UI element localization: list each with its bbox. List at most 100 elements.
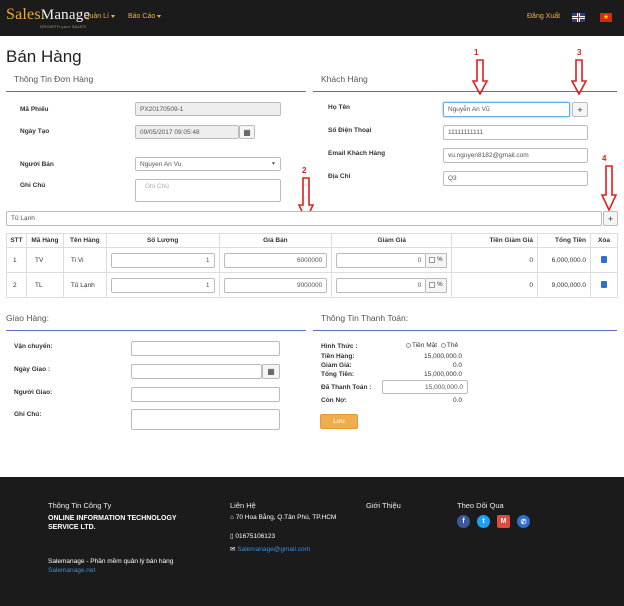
- percent-label: %: [437, 282, 443, 288]
- qty-input[interactable]: 1: [110, 277, 215, 293]
- price-input[interactable]: 6000000: [223, 252, 328, 268]
- customer-email-label: Email Khách Hàng: [328, 150, 386, 157]
- payment-rule: [313, 330, 617, 331]
- footer-contact-title: Liên Hệ: [230, 501, 256, 510]
- arrow-down-icon: [472, 59, 488, 95]
- annotation-4: 4: [602, 154, 607, 163]
- header-stt: STT: [6, 233, 27, 248]
- discount-value: 0.0: [452, 362, 462, 369]
- percent-checkbox[interactable]: [429, 257, 436, 263]
- product-search-input[interactable]: Tủ Lạnh: [6, 211, 602, 226]
- trash-icon[interactable]: [600, 280, 607, 288]
- qty-input[interactable]: 1: [110, 252, 215, 268]
- price-input[interactable]: 9000000: [223, 277, 328, 293]
- header-price: Giá Bán: [218, 233, 333, 248]
- discount-input[interactable]: 0: [336, 277, 427, 293]
- note-label: Ghi Chú: [20, 182, 46, 189]
- table-row: 1 TV Ti Vi 1 6000000 0 % 0 6,000,000.0: [6, 247, 619, 273]
- annotation-2: 2: [302, 166, 307, 175]
- delivery-date-label: Ngày Giao :: [14, 366, 51, 373]
- caret-down-icon: [110, 14, 115, 18]
- percent-label: %: [437, 257, 443, 263]
- arrow-down-icon: [601, 165, 617, 211]
- calendar-icon: ▦: [243, 127, 251, 137]
- row-discount-amount: 0: [451, 272, 539, 298]
- plus-icon: +: [607, 213, 614, 224]
- footer-company-title: Thông Tin Công Ty: [48, 501, 112, 510]
- flag-vn-icon[interactable]: ★: [600, 13, 612, 22]
- payment-method-options: Tiền Mặt Thẻ: [406, 342, 458, 349]
- annotation-3: 3: [577, 48, 582, 57]
- discount-input[interactable]: 0: [336, 252, 427, 268]
- discount-label: Giảm Giá:: [321, 362, 352, 369]
- save-button[interactable]: Lưu: [320, 414, 358, 429]
- total-label: Tổng Tiền:: [321, 371, 355, 378]
- customer-phone-input[interactable]: 11111111111: [443, 125, 588, 140]
- facebook-icon[interactable]: f: [457, 515, 470, 528]
- delivery-title: Giao Hàng:: [6, 313, 49, 323]
- delivery-note-textarea[interactable]: [131, 409, 280, 430]
- row-code: TV: [25, 247, 64, 273]
- footer-address: ⌂ 70 Hoa Bằng, Q.Tân Phú, TP.HCM: [230, 514, 337, 521]
- logo-tagline: GROWTH your SALES: [40, 24, 87, 29]
- cash-radio[interactable]: [406, 342, 411, 348]
- order-info-rule: [6, 91, 306, 92]
- plus-icon: +: [577, 104, 583, 115]
- paid-input[interactable]: 15,000,000.0: [382, 380, 468, 394]
- order-code-field: PX20170509-1: [135, 102, 281, 116]
- order-date-field: 09/05/2017 09:05:48: [135, 125, 239, 139]
- calendar-button[interactable]: ▦: [262, 364, 280, 379]
- header-discount: Giảm Giá: [331, 233, 453, 248]
- card-radio[interactable]: [440, 342, 446, 348]
- customer-name-label: Họ Tên: [328, 104, 351, 111]
- shipping-input[interactable]: [131, 341, 280, 356]
- calendar-button[interactable]: ▦: [239, 125, 255, 139]
- logout-link[interactable]: Đăng Xuất: [527, 13, 560, 20]
- customer-address-input[interactable]: Q3: [443, 171, 588, 186]
- customer-title: Khách Hàng: [321, 74, 368, 84]
- footer-intro-title[interactable]: Giới Thiệu: [366, 501, 401, 510]
- customer-name-input[interactable]: Nguyễn An Vũ: [443, 102, 570, 117]
- footer-site-link[interactable]: Salemanage.net: [48, 567, 95, 574]
- row-name: Tủ Lạnh: [62, 272, 107, 298]
- items-table: STT Mã Hàng Tên Hàng Số Lượng Giá Bán Gi…: [6, 233, 619, 298]
- subtotal-label: Tiền Hàng:: [321, 353, 355, 360]
- customer-address-label: Địa Chỉ: [328, 173, 351, 180]
- footer-slogan: Salemanage - Phần mềm quản lý bán hàng: [48, 558, 174, 565]
- shipping-label: Vận chuyển:: [14, 343, 53, 350]
- add-customer-button[interactable]: +: [572, 102, 588, 117]
- delivery-person-input[interactable]: [131, 387, 280, 402]
- twitter-icon[interactable]: t: [477, 515, 490, 528]
- delivery-date-input[interactable]: [131, 364, 262, 379]
- seller-select[interactable]: Nguyen An Vu ▼: [135, 157, 281, 171]
- header-delete: Xóa: [589, 233, 619, 248]
- footer-phone: ▯ 01675106123: [230, 533, 276, 540]
- app-logo[interactable]: SalesManage: [6, 6, 90, 24]
- subtotal-value: 15,000,000.0: [424, 353, 462, 360]
- header-name: Tên Hàng: [62, 233, 107, 248]
- row-code: TL: [25, 272, 64, 298]
- row-name: Ti Vi: [62, 247, 107, 273]
- gmail-icon[interactable]: M: [497, 515, 510, 528]
- trash-icon[interactable]: [600, 255, 607, 263]
- note-textarea[interactable]: Ghi Chú: [135, 179, 281, 202]
- payment-title: Thông Tin Thanh Toán:: [321, 313, 409, 323]
- customer-email-input[interactable]: vu.nguyen8182@gmail.com: [443, 148, 588, 163]
- footer-email[interactable]: ✉ Salemanage@gmail.com: [230, 545, 310, 553]
- menu-report[interactable]: Báo Cáo: [128, 13, 162, 20]
- order-info-title: Thông Tin Đơn Hàng: [14, 74, 94, 84]
- cash-label: Tiền Mặt: [412, 342, 438, 349]
- add-product-button[interactable]: +: [603, 211, 618, 226]
- row-stt: 2: [6, 272, 27, 298]
- seller-label: Người Bán: [20, 161, 54, 168]
- flag-uk-icon[interactable]: [572, 13, 585, 22]
- order-code-label: Mã Phiếu: [20, 106, 49, 113]
- phone-icon[interactable]: ✆: [517, 515, 530, 528]
- percent-checkbox[interactable]: [429, 282, 436, 288]
- order-date-label: Ngày Tạo: [20, 128, 50, 135]
- total-value: 15,000,000.0: [424, 371, 462, 378]
- menu-manage[interactable]: Quản Lí: [84, 13, 115, 20]
- table-header-row: STT Mã Hàng Tên Hàng Số Lượng Giá Bán Gi…: [6, 233, 619, 248]
- table-row: 2 TL Tủ Lạnh 1 9000000 0 % 0 9,000,000.0: [6, 272, 619, 298]
- payment-method-label: Hình Thức :: [321, 343, 358, 350]
